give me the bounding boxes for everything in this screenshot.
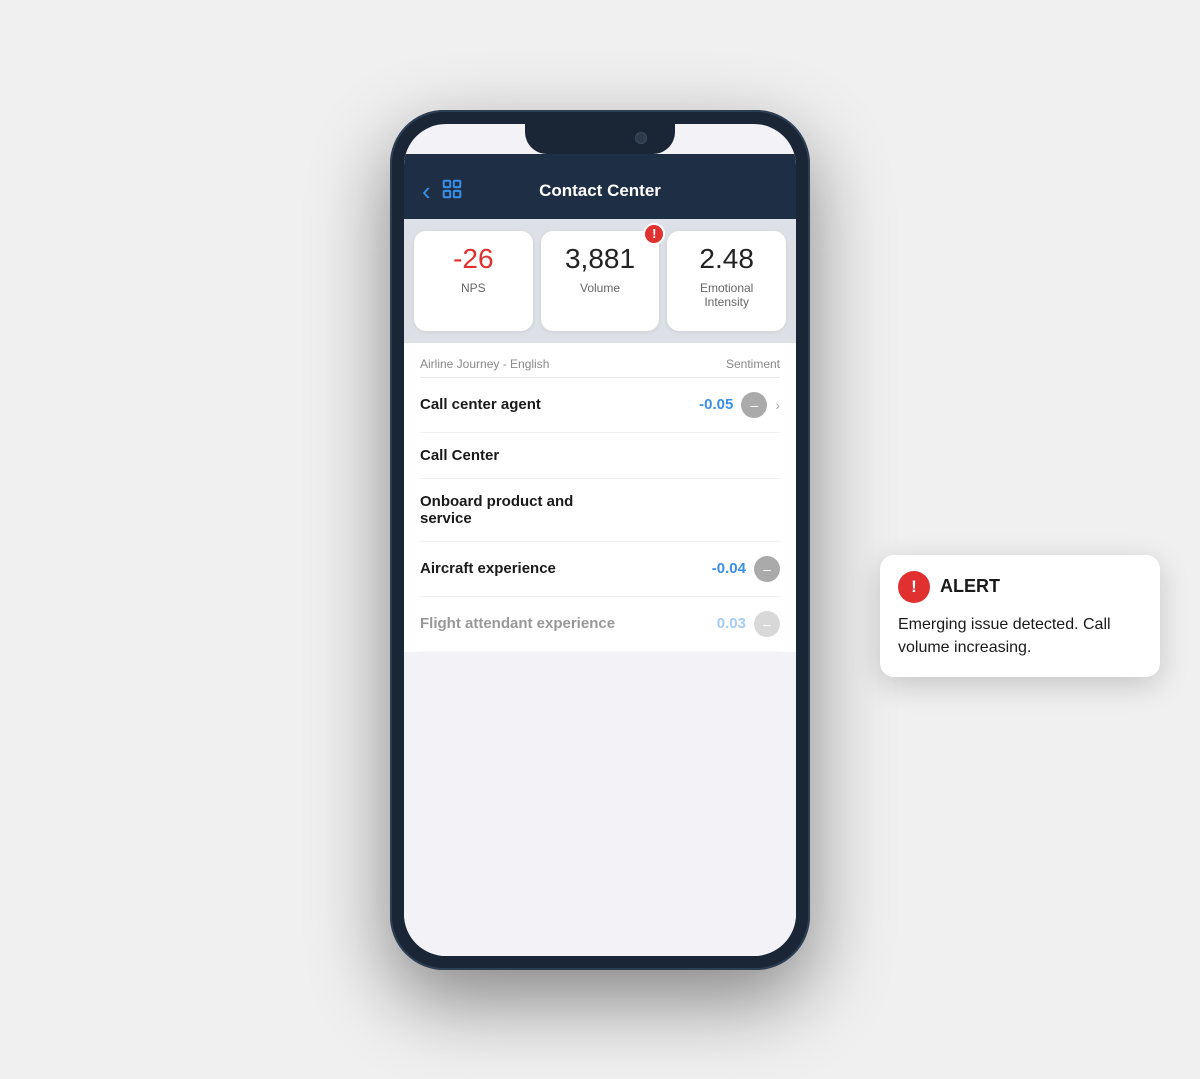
list-col-left: Airline Journey - English: [420, 357, 549, 371]
notch-camera: [635, 132, 647, 144]
back-button[interactable]: ‹: [422, 178, 431, 204]
list-item-right: -0.04 –: [712, 556, 780, 582]
metric-volume-label: Volume: [580, 281, 620, 295]
list-item[interactable]: Onboard product and service: [420, 479, 780, 542]
phone-inner: ‹ Contact Center -26: [404, 124, 796, 956]
list-item-label: Onboard product and service: [420, 493, 618, 527]
metric-nps-value: -26: [453, 245, 493, 273]
list-item-right: 0.03 –: [717, 611, 780, 637]
alert-icon: !: [898, 571, 930, 603]
volume-alert-badge: !: [643, 223, 665, 245]
metric-card-emotion[interactable]: 2.48 Emotional Intensity: [667, 231, 786, 331]
metric-emotion-label: Emotional Intensity: [677, 281, 776, 309]
list-item[interactable]: Call center agent -0.05 – ›: [420, 378, 780, 433]
minus-icon: –: [754, 611, 780, 637]
notch: [525, 124, 675, 154]
list-col-right: Sentiment: [726, 357, 780, 371]
list-section: Airline Journey - English Sentiment Call…: [404, 343, 796, 652]
metric-emotion-value: 2.48: [699, 245, 754, 273]
list-item[interactable]: Call Center: [420, 433, 780, 479]
list-item-label: Flight attendant experience: [420, 615, 615, 632]
metric-volume-value: 3,881: [565, 245, 635, 273]
scene: ‹ Contact Center -26: [150, 65, 1050, 1015]
page-title: Contact Center: [539, 181, 661, 201]
list-item[interactable]: Aircraft experience -0.04 –: [420, 542, 780, 597]
metric-card-volume[interactable]: ! 3,881 Volume: [541, 231, 660, 331]
grid-icon[interactable]: [441, 178, 463, 205]
status-bar: [404, 154, 796, 168]
screen: ‹ Contact Center -26: [404, 154, 796, 956]
metric-nps-label: NPS: [461, 281, 486, 295]
list-header: Airline Journey - English Sentiment: [420, 343, 780, 378]
sentiment-value: 0.03: [717, 615, 746, 632]
sentiment-value: -0.04: [712, 560, 746, 577]
list-item-label: Call center agent: [420, 396, 541, 413]
list-item[interactable]: Flight attendant experience 0.03 –: [420, 597, 780, 652]
metrics-section: -26 NPS ! 3,881 Volume 2.48 Emotional In…: [404, 219, 796, 343]
minus-icon: –: [754, 556, 780, 582]
phone-shell: ‹ Contact Center -26: [390, 110, 810, 970]
chevron-right-icon: ›: [775, 397, 780, 413]
minus-icon: –: [741, 392, 767, 418]
sentiment-value: -0.05: [699, 396, 733, 413]
list-item-label: Aircraft experience: [420, 560, 556, 577]
alert-popup: ! ALERT Emerging issue detected. Call vo…: [880, 555, 1160, 677]
alert-popup-header: ! ALERT: [898, 571, 1142, 603]
list-item-label: Call Center: [420, 447, 499, 464]
list-item-right: -0.05 – ›: [699, 392, 780, 418]
alert-message: Emerging issue detected. Call volume inc…: [898, 613, 1142, 659]
alert-title: ALERT: [940, 576, 1000, 597]
metric-card-nps[interactable]: -26 NPS: [414, 231, 533, 331]
app-header: ‹ Contact Center: [404, 168, 796, 219]
